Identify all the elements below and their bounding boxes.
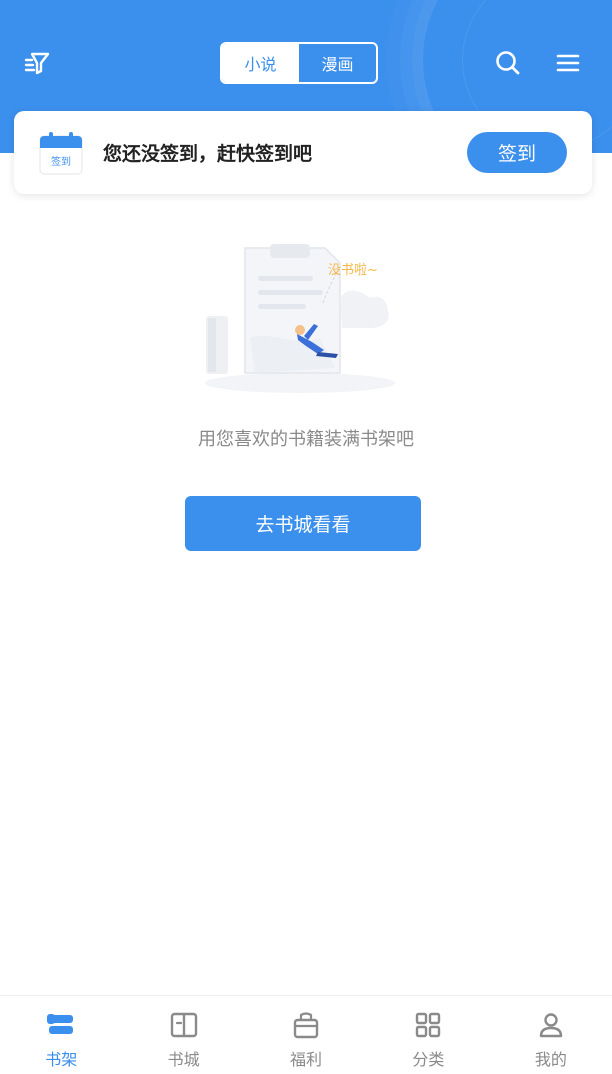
filter-button[interactable]	[17, 43, 57, 83]
nav-item-category[interactable]: 分类	[367, 996, 489, 1074]
checkin-button[interactable]: 签到	[467, 132, 567, 173]
user-icon	[539, 1013, 563, 1038]
checkin-message: 您还没签到，赶快签到吧	[103, 143, 313, 165]
calendar-label: 签到	[51, 155, 71, 168]
tab-novel[interactable]: 小说	[222, 44, 299, 82]
search-icon	[496, 51, 520, 75]
tab-comic[interactable]: 漫画	[299, 44, 376, 82]
app-root: 小说 漫画 签到 您还没签到，赶快签到吧 签到 没书啦~ 用您喜欢的书籍装满书架…	[0, 0, 612, 1074]
bottom-nav: 书架 书城 福利 分类 我的	[0, 995, 612, 1074]
grid-icon	[416, 1012, 441, 1038]
checkin-card: 签到 您还没签到，赶快签到吧 签到	[14, 111, 592, 194]
nav-label: 福利	[290, 1050, 323, 1069]
nav-item-bookstore[interactable]: 书城	[122, 996, 244, 1074]
filter-icon	[24, 52, 50, 75]
empty-message: 用您喜欢的书籍装满书架吧	[198, 429, 414, 450]
nav-label: 书城	[167, 1050, 200, 1069]
calendar-icon: 签到	[38, 130, 84, 176]
nav-item-welfare[interactable]: 福利	[245, 996, 367, 1074]
empty-bookshelf-illustration: 没书啦~	[200, 238, 412, 398]
nav-item-mine[interactable]: 我的	[490, 996, 612, 1074]
menu-icon	[556, 54, 580, 72]
nav-label: 分类	[412, 1050, 445, 1069]
illustration-caption: 没书啦~	[328, 263, 378, 278]
nav-label: 我的	[534, 1050, 567, 1069]
nav-item-bookshelf[interactable]: 书架	[0, 996, 122, 1074]
bookshelf-icon	[47, 1014, 74, 1034]
menu-button[interactable]	[548, 43, 588, 83]
book-open-icon	[170, 1012, 197, 1038]
search-button[interactable]	[488, 43, 528, 83]
gift-icon	[293, 1012, 319, 1039]
go-bookstore-button[interactable]: 去书城看看	[185, 496, 421, 551]
nav-label: 书架	[45, 1050, 78, 1069]
content-type-switch: 小说 漫画	[220, 42, 378, 84]
